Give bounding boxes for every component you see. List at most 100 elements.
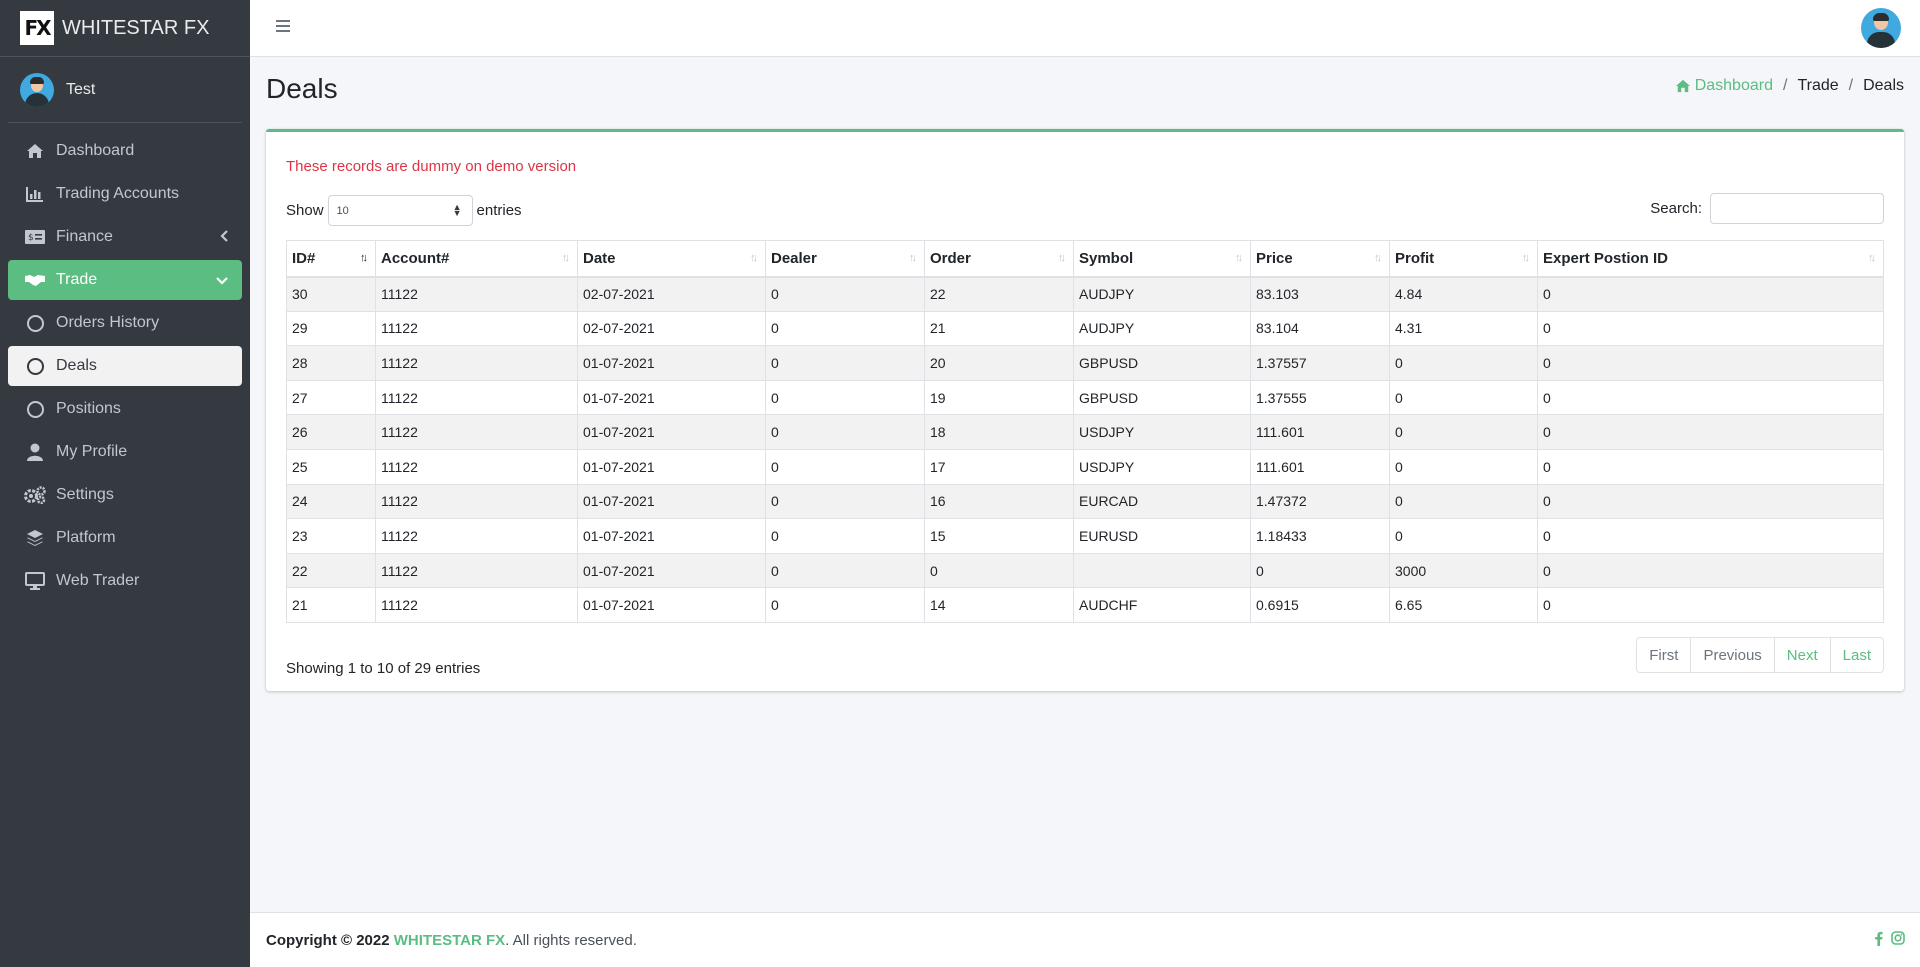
sidebar-item-orders-history[interactable]: Orders History [8, 303, 242, 343]
table-row: 28 11122 01-07-2021 0 20 GBPUSD 1.37557 0 0 [286, 345, 1884, 381]
user-name[interactable]: Test [66, 81, 95, 99]
sidebar-item-web-trader[interactable]: Web Trader [8, 561, 242, 601]
breadcrumb-separator: / [1848, 77, 1854, 94]
cogs-icon [24, 485, 46, 505]
page-length-control: Show 10 ▲ ▼ entries [286, 195, 522, 226]
instagram-icon[interactable] [1891, 931, 1905, 950]
table-cell: AUDCHF [1073, 587, 1251, 623]
main-sidebar: FX WHITESTAR FX Test Dashboard Trading A… [0, 0, 250, 967]
pagination-first[interactable]: First [1636, 637, 1692, 673]
content-wrapper: Deals Dashboard / Trade / Deals These re… [250, 57, 1920, 912]
sidebar-item-trading-accounts[interactable]: Trading Accounts [8, 174, 242, 214]
table-cell: 23 [286, 518, 376, 554]
brand-logo: FX [20, 11, 54, 45]
sidebar-item-platform[interactable]: Platform [8, 518, 242, 558]
pagination-previous[interactable]: Previous [1690, 637, 1775, 673]
sidebar-item-dashboard[interactable]: Dashboard [8, 131, 242, 171]
column-header-price[interactable]: Price ↑↓ [1250, 240, 1390, 278]
sort-icon: ↑↓ [1522, 252, 1530, 264]
sidebar-item-deals[interactable]: Deals [8, 346, 242, 386]
sidebar-item-finance[interactable]: $ Finance [8, 217, 242, 257]
table-cell: 1.18433 [1250, 518, 1390, 554]
column-header-date[interactable]: Date ↑↓ [577, 240, 766, 278]
svg-text:$: $ [28, 233, 34, 243]
table-cell: 18 [924, 414, 1074, 450]
table-cell: 3000 [1389, 552, 1538, 589]
pagination-last[interactable]: Last [1829, 637, 1884, 673]
table-cell: 14 [924, 587, 1074, 623]
brand-link[interactable]: FX WHITESTAR FX [0, 0, 250, 57]
chevron-left-icon [220, 229, 228, 245]
table-cell: 4.31 [1389, 310, 1538, 347]
show-label: Show [286, 202, 324, 219]
table-info: Showing 1 to 10 of 29 entries [286, 660, 481, 677]
column-header-id[interactable]: ID# ↑↓ [286, 240, 376, 278]
table-cell: 0 [1537, 552, 1884, 589]
page-length-select[interactable]: 10 ▲ ▼ [327, 195, 473, 226]
pagination-next[interactable]: Next [1773, 637, 1831, 673]
table-cell: 28 [286, 345, 376, 381]
hamburger-menu-icon[interactable] [276, 20, 290, 32]
sidebar-item-trade[interactable]: Trade [8, 260, 242, 300]
breadcrumb-dashboard-link[interactable]: Dashboard [1675, 77, 1773, 95]
sidebar-item-label: Deals [56, 357, 97, 374]
breadcrumb-current: Deals [1863, 77, 1904, 94]
sidebar-item-settings[interactable]: Settings [8, 475, 242, 515]
table-cell: 26 [286, 414, 376, 450]
column-header-account[interactable]: Account# ↑↓ [375, 240, 578, 278]
table-row: 30 11122 02-07-2021 0 22 AUDJPY 83.103 4.84 0 [286, 276, 1884, 312]
table-cell: 01-07-2021 [577, 379, 766, 416]
table-cell: 01-07-2021 [577, 587, 766, 623]
table-cell: 11122 [375, 379, 578, 416]
entries-label: entries [476, 202, 522, 219]
table-cell: 01-07-2021 [577, 552, 766, 589]
sidebar-item-label: Trade [56, 271, 98, 288]
copyright-prefix: Copyright © 2022 [266, 931, 394, 949]
table-cell: 21 [286, 587, 376, 623]
page-length-value: 10 [336, 204, 349, 217]
search-input[interactable] [1710, 193, 1884, 224]
sidebar-item-positions[interactable]: Positions [8, 389, 242, 429]
table-cell: 0 [765, 552, 925, 589]
desktop-icon [24, 571, 46, 591]
sidebar-nav: Dashboard Trading Accounts $ Finance Tra… [0, 123, 250, 601]
table-cell: GBPUSD [1073, 345, 1251, 381]
sidebar-item-label: My Profile [56, 443, 128, 460]
table-row: 22 11122 01-07-2021 0 0 0 3000 0 [286, 552, 1884, 589]
table-cell: 0.6915 [1250, 587, 1390, 623]
table-cell: AUDJPY [1073, 310, 1251, 347]
table-cell: 111.601 [1250, 448, 1390, 485]
table-cell: 19 [924, 379, 1074, 416]
table-cell: 20 [924, 345, 1074, 381]
copyright-suffix: . All rights reserved. [505, 931, 637, 949]
sidebar-item-label: Dashboard [56, 142, 135, 159]
column-header-order[interactable]: Order ↑↓ [924, 240, 1074, 278]
table-cell: 0 [1389, 483, 1538, 520]
table-cell: 0 [1389, 379, 1538, 416]
table-cell: 11122 [375, 414, 578, 450]
user-panel[interactable]: Test [8, 57, 242, 123]
table-cell: 6.65 [1389, 587, 1538, 623]
user-avatar [20, 72, 54, 107]
top-user-avatar[interactable] [1861, 8, 1901, 48]
table-cell: 0 [924, 552, 1074, 589]
table-cell: 0 [1537, 414, 1884, 450]
bar-chart-icon [24, 184, 46, 204]
footer-brand-link[interactable]: WHITESTAR FX [394, 932, 505, 949]
column-header-profit[interactable]: Profit ↑↓ [1389, 240, 1538, 278]
facebook-icon[interactable] [1874, 931, 1883, 950]
sidebar-item-label: Finance [56, 228, 113, 245]
column-header-dealer[interactable]: Dealer ↑↓ [765, 240, 925, 278]
table-cell: 0 [765, 587, 925, 623]
circle-icon [24, 313, 46, 333]
table-cell: 0 [1389, 345, 1538, 381]
deals-card: These records are dummy on demo version … [266, 129, 1904, 691]
table-cell: 0 [1250, 552, 1390, 589]
home-icon [24, 141, 46, 161]
table-cell: 0 [1537, 345, 1884, 381]
table-cell [1073, 552, 1251, 589]
table-cell: 0 [765, 448, 925, 485]
column-header-expert-position-id[interactable]: Expert Postion ID ↑↓ [1537, 240, 1884, 278]
sidebar-item-my-profile[interactable]: My Profile [8, 432, 242, 472]
column-header-symbol[interactable]: Symbol ↑↓ [1073, 240, 1251, 278]
